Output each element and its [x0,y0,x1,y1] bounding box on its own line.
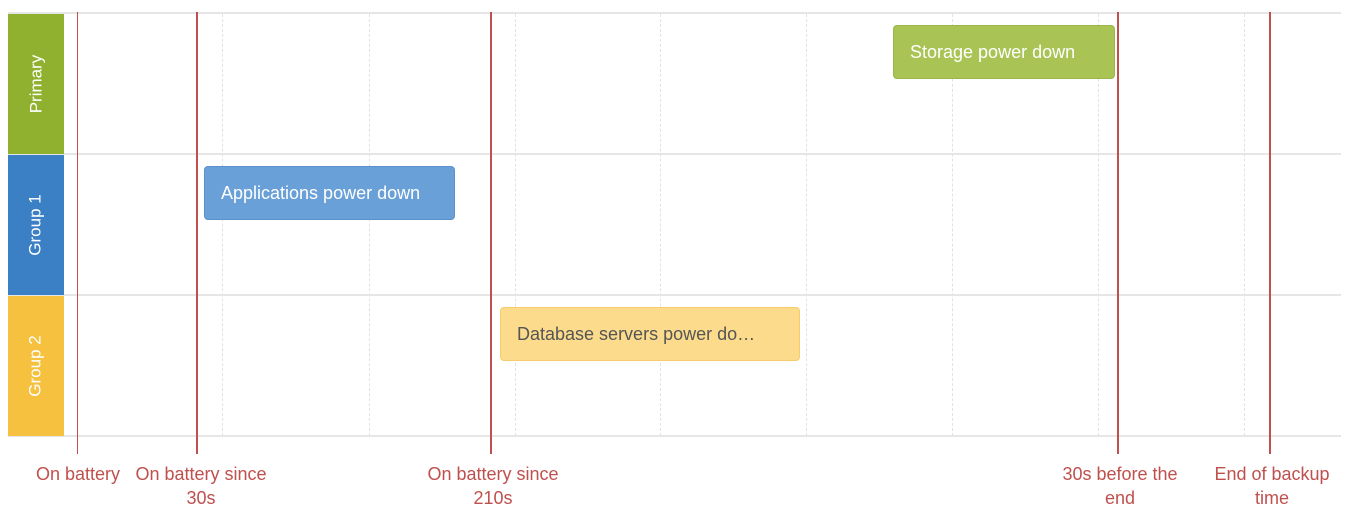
marker-label-line: End of backup [1214,464,1330,484]
marker-on-battery[interactable] [77,12,78,454]
marker-label-line: 210s [473,488,513,508]
grid-line [222,14,223,436]
lane-label-group-2: Group 2 [8,296,64,436]
marker-label-line: 30s before the [1062,464,1178,484]
marker-label-30s-before-end: 30s before the end [1050,462,1190,510]
marker-label-line: 30s [186,488,216,508]
grid-line [1244,14,1245,436]
marker-label-on-battery: On battery [31,462,125,486]
lane-label-text: Group 1 [26,194,45,256]
marker-end-of-backup[interactable] [1269,12,1271,454]
marker-on-battery-30s[interactable] [196,12,198,454]
marker-label-line: On battery since [135,464,267,484]
marker-on-battery-210s[interactable] [490,12,492,454]
marker-label-line: On battery [35,464,121,484]
timeline-bottom-border [8,435,1341,437]
marker-label-on-battery-210s: On battery since 210s [414,462,572,510]
lane-label-text: Primary [26,54,45,114]
marker-label-line: On battery since [427,464,559,484]
lane-divider [8,153,1341,155]
lane-label-text: Group 2 [26,335,45,397]
timeline-top-border [8,12,1341,14]
marker-label-line: end [1104,488,1136,508]
event-storage-power-down[interactable]: Storage power down [893,25,1115,79]
lane-label-group-1: Group 1 [8,155,64,295]
lane-label-primary: Primary [8,14,64,154]
event-database-servers-power-down[interactable]: Database servers power do… [500,307,800,361]
marker-30s-before-end[interactable] [1117,12,1119,454]
grid-line [806,14,807,436]
marker-label-line: time [1254,488,1289,508]
event-applications-power-down[interactable]: Applications power down [204,166,455,220]
grid-line [515,14,516,436]
grid-line [369,14,370,436]
lane-divider [8,294,1341,296]
marker-label-end-of-backup: End of backup time [1202,462,1342,510]
marker-label-on-battery-30s: On battery since 30s [125,462,277,510]
grid-line [660,14,661,436]
